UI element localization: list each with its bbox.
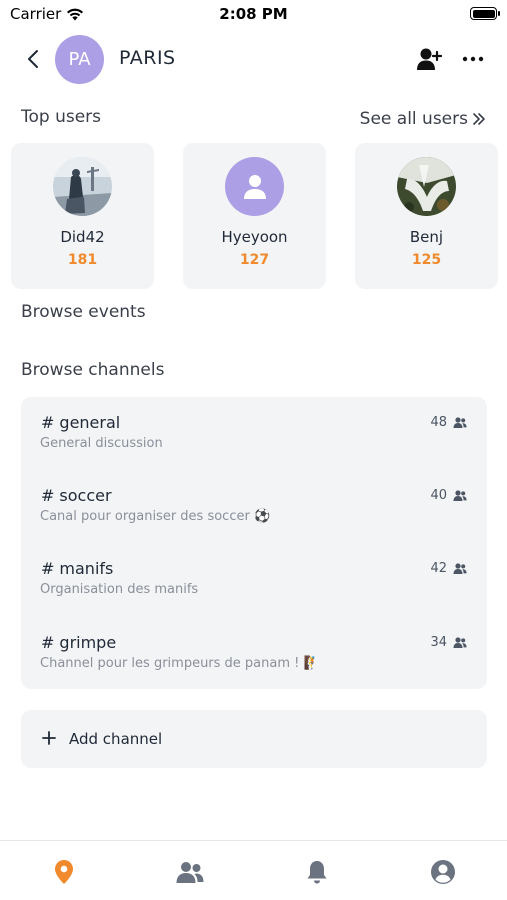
double-chevron-right-icon	[473, 113, 485, 125]
member-count-value: 34	[430, 635, 447, 650]
members-icon	[453, 563, 467, 574]
browse-events-title[interactable]: Browse events	[21, 302, 146, 322]
user-name: Benj	[409, 228, 444, 246]
chevron-left-icon	[28, 50, 38, 68]
channel-name: # manifs	[41, 559, 113, 578]
add-channel-button[interactable]: Add channel	[21, 710, 487, 768]
tab-users[interactable]	[175, 857, 205, 887]
member-count: 40	[430, 488, 467, 503]
user-score: 127	[239, 252, 270, 268]
channel-name-text: soccer	[59, 486, 112, 505]
top-user-card-3[interactable]: Benj 125	[355, 143, 498, 289]
channel-item-manifs[interactable]: # manifs Organisation des manifs 42	[21, 543, 487, 605]
hash-icon: #	[41, 559, 55, 578]
more-options-button[interactable]	[460, 45, 486, 73]
member-count: 42	[430, 561, 467, 576]
page-title: PARIS	[119, 47, 176, 69]
tab-notifications[interactable]	[302, 857, 332, 887]
bottom-tab-bar	[0, 840, 507, 900]
user-photo-benj	[397, 157, 456, 216]
top-users-title: Top users	[21, 107, 102, 127]
back-button[interactable]	[20, 46, 46, 72]
channel-name: # general	[41, 413, 120, 432]
channel-description: Organisation des manifs	[40, 582, 199, 597]
channel-name-text: manifs	[59, 559, 114, 578]
channel-name-text: grimpe	[59, 633, 117, 652]
member-count-value: 48	[430, 415, 447, 430]
bell-icon	[307, 861, 327, 884]
channel-description: Canal pour organiser des soccer ⚽	[40, 509, 271, 524]
location-pin-icon	[55, 860, 73, 884]
user-score: 125	[411, 252, 442, 268]
user-score: 181	[67, 252, 98, 268]
channel-header: PA PARIS	[0, 34, 507, 86]
members-icon	[453, 490, 467, 501]
member-count: 48	[430, 415, 467, 430]
browse-channels-title: Browse channels	[21, 360, 165, 380]
member-count-value: 40	[430, 488, 447, 503]
user-avatar-placeholder	[225, 157, 284, 216]
status-time: 2:08 PM	[219, 5, 288, 23]
more-dots-icon	[462, 56, 484, 62]
see-all-users-label: See all users	[359, 109, 468, 129]
channel-item-soccer[interactable]: # soccer Canal pour organiser des soccer …	[21, 470, 487, 532]
users-icon	[176, 862, 204, 883]
status-bar: Carrier 2:08 PM	[0, 0, 507, 28]
see-all-users-link[interactable]: See all users	[360, 109, 485, 129]
channel-name: # soccer	[41, 486, 112, 505]
top-user-card-2[interactable]: Hyeyoon 127	[183, 143, 326, 289]
channel-name-text: general	[59, 413, 121, 432]
top-user-card-1[interactable]: Did42 181	[11, 143, 154, 289]
channel-item-grimpe[interactable]: # grimpe Channel pour les grimpeurs de pa…	[21, 617, 487, 679]
channel-name: # grimpe	[41, 633, 116, 652]
channel-list: # general General discussion 48 # soccer C…	[21, 397, 487, 689]
group-avatar: PA	[55, 35, 104, 84]
user-name: Did42	[60, 228, 105, 246]
member-count-value: 42	[430, 561, 447, 576]
channel-description: Channel pour les grimpeurs de panam ! 🧗	[40, 656, 320, 671]
hash-icon: #	[41, 633, 55, 652]
user-photo-did42	[53, 157, 112, 216]
person-icon	[243, 174, 266, 199]
battery-icon	[470, 7, 500, 20]
members-icon	[453, 417, 467, 428]
member-count: 34	[430, 635, 467, 650]
members-icon	[453, 637, 467, 648]
channel-description: General discussion	[40, 436, 163, 451]
profile-icon	[431, 860, 455, 884]
plus-icon	[41, 728, 57, 748]
hash-icon: #	[41, 413, 55, 432]
tab-location[interactable]	[49, 857, 79, 887]
add-channel-label: Add channel	[69, 730, 163, 748]
channel-item-general[interactable]: # general General discussion 48	[21, 397, 487, 459]
hash-icon: #	[41, 486, 55, 505]
tab-profile[interactable]	[428, 857, 458, 887]
add-user-button[interactable]	[415, 45, 443, 73]
user-name: Hyeyoon	[221, 228, 288, 246]
add-user-icon	[417, 48, 443, 70]
